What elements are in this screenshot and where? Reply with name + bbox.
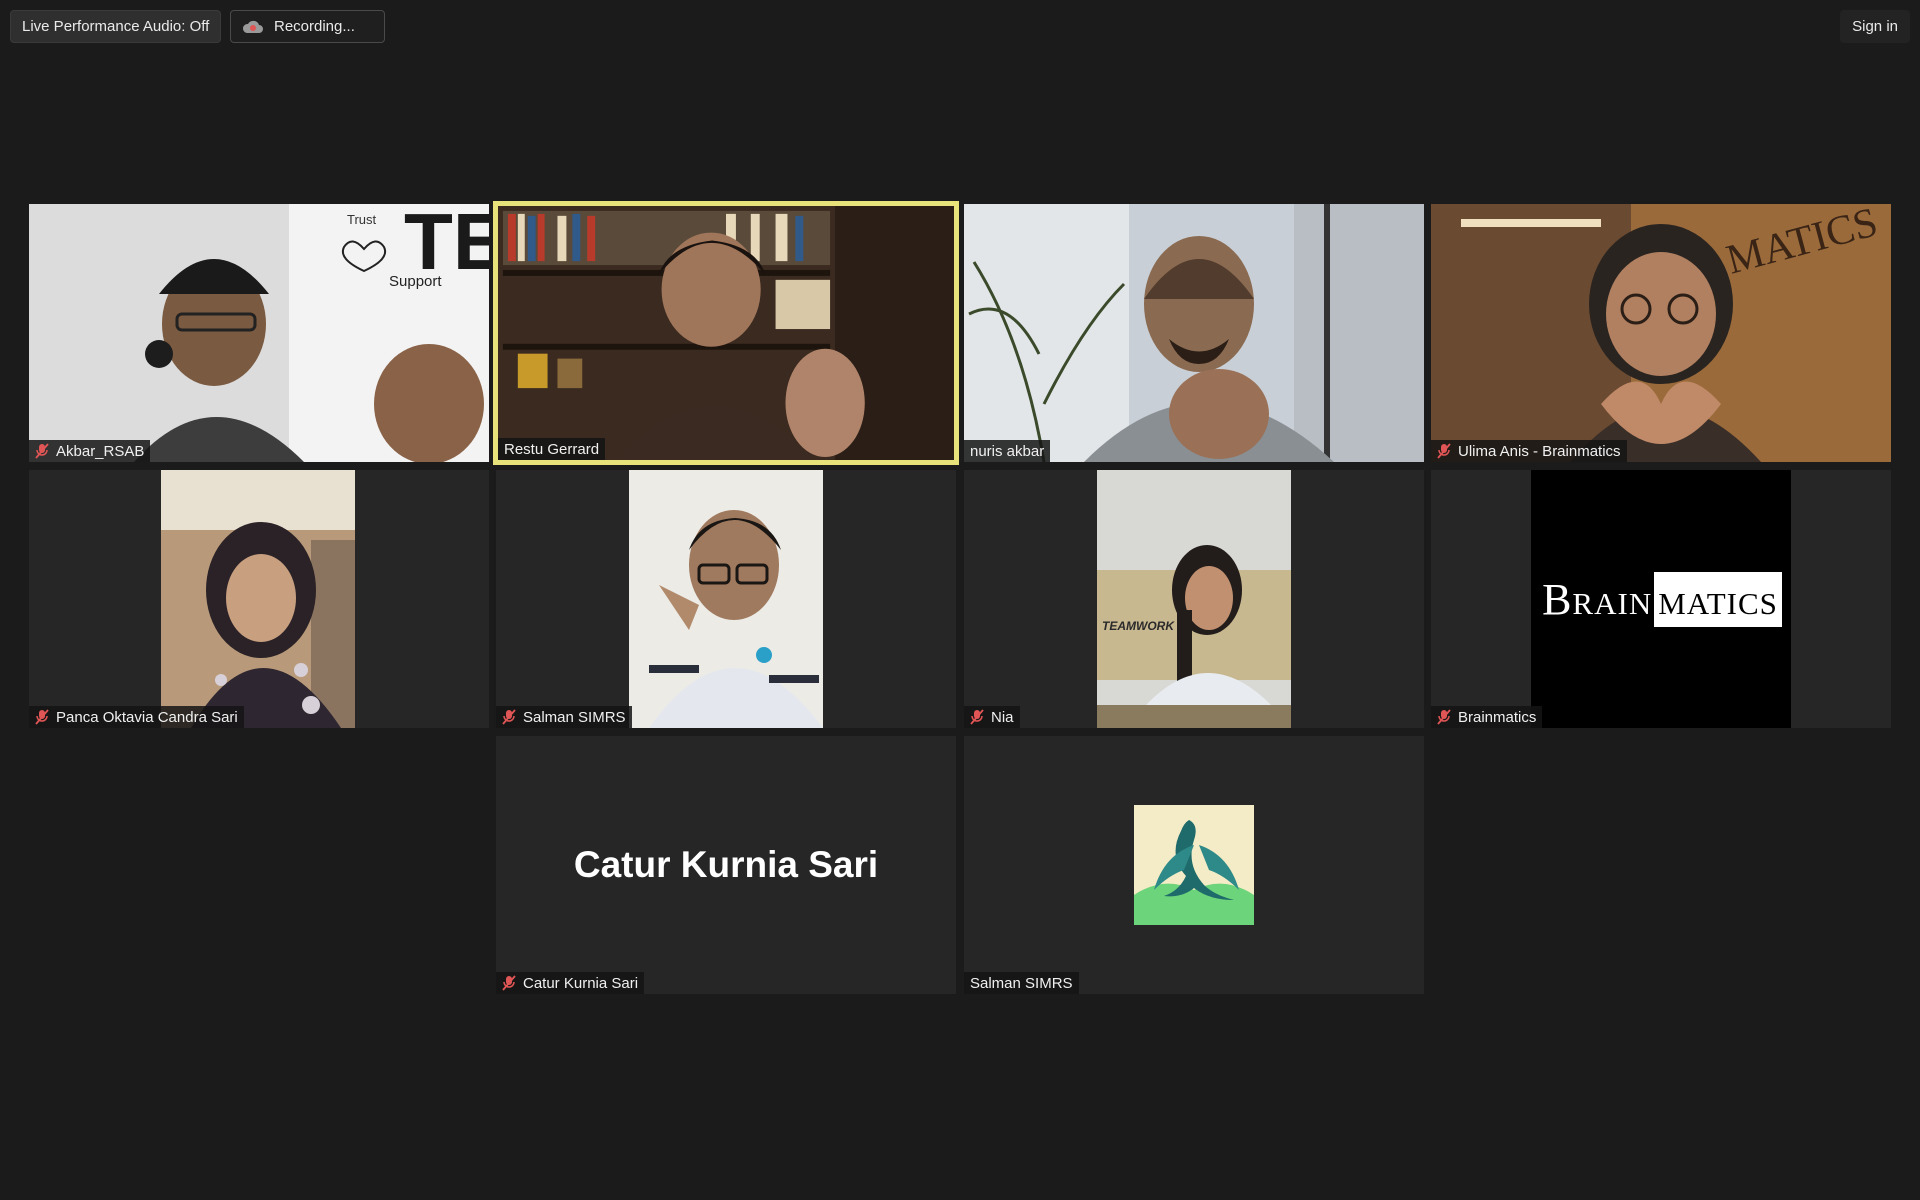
participant-name-bar: Nia: [964, 706, 1020, 728]
recording-indicator-button[interactable]: Recording...: [230, 10, 385, 43]
svg-text:Trust: Trust: [347, 212, 377, 227]
participant-name-bar: Salman SIMRS: [964, 972, 1079, 994]
muted-microphone-icon: [970, 709, 984, 725]
live-performance-audio-label: Live Performance Audio: Off: [22, 18, 210, 35]
participant-name: Akbar_RSAB: [56, 442, 145, 460]
participant-name: Panca Oktavia Candra Sari: [56, 708, 238, 726]
participant-video: TE Trust Support: [29, 204, 489, 462]
muted-microphone-icon: [35, 443, 49, 459]
participant-name: Brainmatics: [1458, 708, 1537, 726]
participant-name-bar: Catur Kurnia Sari: [496, 972, 645, 994]
participant-name: Restu Gerrard: [504, 440, 600, 458]
participant-tile[interactable]: MATICS Ulima Anis - Brainmatics: [1431, 204, 1891, 462]
participant-name: Salman SIMRS: [523, 708, 626, 726]
participant-video: [161, 470, 355, 728]
sign-in-label: Sign in: [1852, 18, 1898, 35]
participant-name-bar: Brainmatics: [1431, 706, 1543, 728]
brainmatics-logo-video: Brain matics: [1531, 470, 1791, 728]
participant-tile[interactable]: TE Trust Support Akbar_RSAB: [29, 204, 489, 462]
participant-video: [498, 206, 954, 460]
participant-name-bar: nuris akbar: [964, 440, 1051, 462]
live-performance-audio-button[interactable]: Live Performance Audio: Off: [10, 10, 222, 43]
dragon-avatar-icon: [1134, 805, 1254, 925]
participant-tile[interactable]: Catur Kurnia Sari Catur Kurnia Sari: [496, 736, 956, 994]
participant-tile[interactable]: nuris akbar: [964, 204, 1424, 462]
participant-video: [964, 204, 1424, 462]
participant-name-bar: Restu Gerrard: [498, 438, 606, 460]
muted-microphone-icon: [35, 709, 49, 725]
sign-in-button[interactable]: Sign in: [1840, 10, 1910, 43]
participant-display-name: Catur Kurnia Sari: [573, 844, 879, 885]
participant-tile[interactable]: TEAMWORK Nia: [964, 470, 1424, 728]
participant-name-bar: Akbar_RSAB: [29, 440, 151, 462]
muted-microphone-icon: [502, 709, 516, 725]
svg-text:TEAMWORK: TEAMWORK: [1102, 619, 1175, 633]
logo-text-part2: matics: [1654, 571, 1782, 627]
participant-name-bar: Salman SIMRS: [496, 706, 632, 728]
participant-tile-active-speaker[interactable]: Restu Gerrard: [493, 201, 959, 465]
participant-tile[interactable]: Salman SIMRS: [496, 470, 956, 728]
muted-microphone-icon: [1437, 709, 1451, 725]
participant-tile[interactable]: Salman SIMRS: [964, 736, 1424, 994]
muted-microphone-icon: [502, 975, 516, 991]
participant-name: Ulima Anis - Brainmatics: [1458, 442, 1621, 460]
muted-microphone-icon: [1437, 443, 1451, 459]
svg-text:Support: Support: [389, 273, 442, 290]
participant-tile[interactable]: Brain matics Brainmatics: [1431, 470, 1891, 728]
participant-name: Salman SIMRS: [970, 974, 1073, 992]
logo-text-part1: Brain: [1542, 574, 1653, 624]
recording-label: Recording...: [274, 18, 355, 35]
participant-name: nuris akbar: [970, 442, 1045, 460]
participant-video: MATICS: [1431, 204, 1891, 462]
participant-name: Catur Kurnia Sari: [523, 974, 639, 992]
participant-tile[interactable]: Panca Oktavia Candra Sari: [29, 470, 489, 728]
participant-video: TEAMWORK: [1097, 470, 1291, 728]
participant-name-bar: Panca Oktavia Candra Sari: [29, 706, 244, 728]
participant-video: [629, 470, 823, 728]
participant-name-bar: Ulima Anis - Brainmatics: [1431, 440, 1627, 462]
participant-name: Nia: [991, 708, 1014, 726]
cloud-recording-icon: [242, 19, 264, 35]
brainmatics-logo: Brain matics: [1540, 571, 1782, 627]
